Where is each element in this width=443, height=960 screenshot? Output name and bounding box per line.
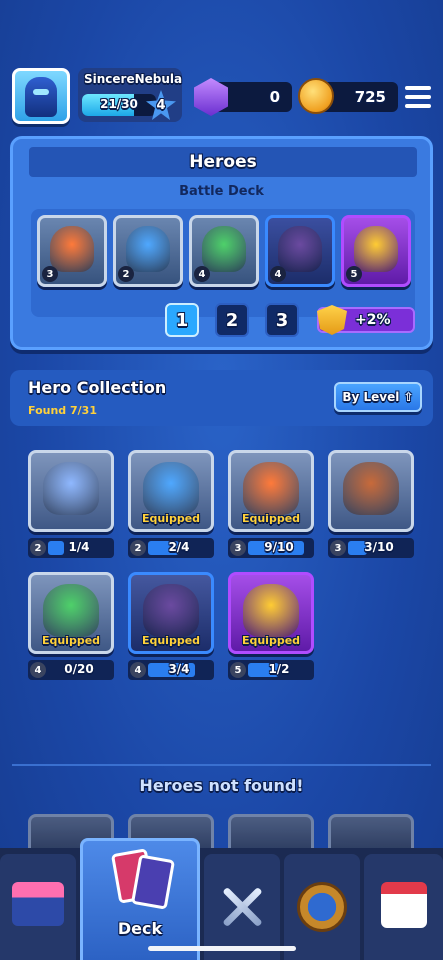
cards-icon <box>110 848 176 910</box>
player-name: SincereNebula <box>84 72 183 86</box>
heroes-title: Heroes <box>189 152 257 172</box>
hero-card-count: 1/4 <box>68 540 90 554</box>
deck-tab-3[interactable]: 3 <box>265 303 299 337</box>
hero-portrait <box>201 225 247 273</box>
equipped-label: Equipped <box>241 634 301 647</box>
hero-card[interactable] <box>328 450 414 532</box>
hero-card[interactable]: Equipped <box>128 572 214 654</box>
hero-progress: 2 1/4 <box>28 538 114 558</box>
deck-tab-2[interactable]: 2 <box>215 303 249 337</box>
deck-hero-card[interactable]: 2 <box>113 215 183 287</box>
equipped-label: Equipped <box>141 634 201 647</box>
helmet-visor <box>33 89 49 95</box>
battle-deck-subtitle: Battle Deck <box>179 184 264 199</box>
nav-tab-battle[interactable] <box>204 854 280 960</box>
hero-card-count: 3/10 <box>364 540 394 554</box>
calendar-icon <box>380 882 427 928</box>
coins-value: 725 <box>354 88 386 106</box>
bottom-nav: Deck <box>0 838 443 960</box>
deck-tab-1[interactable]: 1 <box>165 303 199 337</box>
gem-icon <box>194 78 228 116</box>
hero-portrait <box>43 584 99 638</box>
deck-hero-card[interactable]: 4 <box>189 215 259 287</box>
deck-hero-card[interactable]: 5 <box>341 215 411 287</box>
nav-tab-clan[interactable] <box>284 854 360 960</box>
hero-portrait <box>343 462 399 516</box>
hero-progress: 3 9/10 <box>228 538 314 558</box>
hero-progress: 5 1/2 <box>228 660 314 680</box>
hero-portrait <box>43 462 99 516</box>
nav-deck-label: Deck <box>117 919 163 938</box>
hero-card-count: 2/4 <box>168 540 190 554</box>
hero-portrait <box>125 225 171 273</box>
hero-portrait <box>49 225 95 273</box>
hero-level-badge: 4 <box>194 266 210 282</box>
hero-level-badge: 3 <box>230 540 246 556</box>
hero-portrait <box>277 225 323 273</box>
hero-portrait <box>143 462 199 516</box>
deck-hero-card[interactable]: 4 <box>265 215 335 287</box>
gems-value: 0 <box>269 88 280 106</box>
heroes-panel: Heroes Battle Deck 32445 123 +2% <box>10 136 433 350</box>
nav-tab-deck[interactable]: Deck <box>80 838 200 960</box>
hero-progress: 4 3/4 <box>128 660 214 680</box>
nav-tab-events[interactable] <box>364 854 443 960</box>
heroes-not-found-title: Heroes not found! <box>139 776 304 795</box>
shop-icon <box>12 882 64 926</box>
bonus-value: +2% <box>355 312 391 328</box>
home-indicator <box>148 946 296 951</box>
hero-level-badge: 5 <box>346 266 362 282</box>
hero-level-badge: 4 <box>130 662 146 678</box>
coins-counter[interactable]: 725 <box>298 78 398 114</box>
hero-card-count: 3/4 <box>168 662 190 676</box>
hero-level-badge: 3 <box>330 540 346 556</box>
hero-progress: 4 0/20 <box>28 660 114 680</box>
top-bar: SincereNebula 21/30 4 0 725 <box>0 0 443 130</box>
hero-portrait <box>143 584 199 638</box>
menu-icon[interactable] <box>405 86 431 108</box>
hero-level-badge: 5 <box>230 662 246 678</box>
found-count: Found 7/31 <box>28 404 97 417</box>
collection-header: Hero Collection Found 7/31 By Level ⇧ <box>10 370 433 426</box>
player-avatar[interactable] <box>12 68 70 124</box>
hero-card[interactable]: Equipped <box>228 450 314 532</box>
nav-tab-shop[interactable] <box>0 854 76 960</box>
xp-text: 21/30 <box>100 97 138 111</box>
hero-level-badge: 3 <box>42 266 58 282</box>
xp-bar: 21/30 <box>82 94 156 116</box>
hero-card[interactable]: Equipped <box>28 572 114 654</box>
equipped-label: Equipped <box>241 512 301 525</box>
coin-icon <box>298 78 334 114</box>
hero-card-count: 9/10 <box>264 540 294 554</box>
hero-level-badge: 2 <box>30 540 46 556</box>
hero-level-badge: 4 <box>270 266 286 282</box>
hero-level-badge: 2 <box>130 540 146 556</box>
deck-bonus[interactable]: +2% <box>317 305 415 335</box>
hero-card[interactable] <box>28 450 114 532</box>
hero-portrait <box>243 584 299 638</box>
gems-counter[interactable]: 0 <box>194 78 292 116</box>
hero-portrait <box>243 462 299 516</box>
hero-progress: 3 3/10 <box>328 538 414 558</box>
hero-level-badge: 4 <box>30 662 46 678</box>
sort-by-level-button[interactable]: By Level ⇧ <box>334 382 422 412</box>
crossed-swords-icon <box>217 882 267 932</box>
hero-card[interactable]: Equipped <box>228 572 314 654</box>
collection-title: Hero Collection <box>28 378 167 397</box>
hero-portrait <box>353 225 399 273</box>
bonus-shield-icon <box>317 305 347 335</box>
hero-progress: 2 2/4 <box>128 538 214 558</box>
divider <box>12 764 431 766</box>
hero-level-badge: 2 <box>118 266 134 282</box>
deck-hero-card[interactable]: 3 <box>37 215 107 287</box>
hero-card[interactable]: Equipped <box>128 450 214 532</box>
hero-card-count: 0/20 <box>64 662 94 676</box>
equipped-label: Equipped <box>141 512 201 525</box>
player-info[interactable]: SincereNebula 21/30 4 <box>78 68 182 122</box>
equipped-label: Equipped <box>41 634 101 647</box>
heroes-title-bar: Heroes <box>29 147 417 177</box>
hero-card-count: 1/2 <box>268 662 290 676</box>
knight-helmet-icon <box>25 77 57 117</box>
clan-icon <box>297 882 347 932</box>
